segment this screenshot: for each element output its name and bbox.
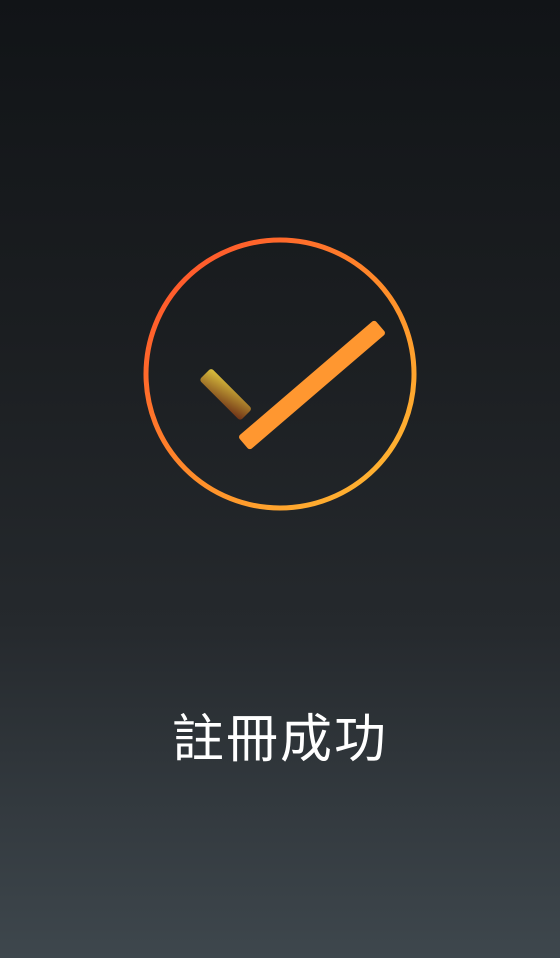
success-emblem [140,236,420,516]
success-message: 註冊成功 [171,710,388,770]
registration-success-screen: 註冊成功 [0,0,560,958]
check-mark [200,320,385,450]
check-circle-icon [143,237,417,511]
check-mark-long-stroke [239,320,385,450]
check-mark-short-stroke [200,369,251,420]
success-ring [143,237,417,511]
